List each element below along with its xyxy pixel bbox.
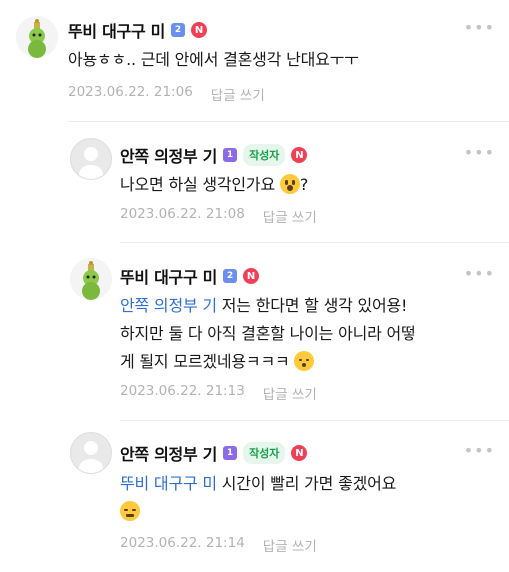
- surprised-face-emoji: [279, 174, 300, 194]
- new-badge: N: [291, 445, 308, 461]
- teletubby-avatar-icon[interactable]: [16, 16, 58, 58]
- author-name[interactable]: 안쪽 의정부 기: [120, 143, 217, 167]
- level-badge: 1: [223, 446, 238, 460]
- more-options-icon[interactable]: •••: [464, 18, 495, 37]
- mention-link[interactable]: 뚜비 대구구 미: [120, 474, 217, 493]
- confounded-face-emoji: [120, 501, 140, 521]
- reply-button[interactable]: 답글 쓰기: [263, 383, 317, 403]
- comment-date: 2023.06.22. 21:06: [68, 84, 193, 100]
- mention-link[interactable]: 안쪽 의정부 기: [120, 296, 217, 315]
- more-options-icon[interactable]: •••: [464, 264, 495, 283]
- author-name[interactable]: 안쪽 의정부 기: [120, 441, 217, 465]
- kissing-face-emoji: [294, 351, 315, 371]
- new-badge: N: [243, 268, 260, 284]
- comment-text: 안쪽 의정부 기 저는 한다면 할 생각 있어용! 하지만 둘 다 아직 결혼할…: [120, 296, 416, 371]
- level-badge: 2: [171, 23, 186, 37]
- comment-date: 2023.06.22. 21:08: [120, 206, 245, 222]
- reply-button[interactable]: 답글 쓰기: [263, 206, 317, 226]
- level-badge: 1: [223, 148, 238, 162]
- new-badge: N: [191, 22, 208, 38]
- default-profile-icon[interactable]: [70, 138, 112, 180]
- author-name[interactable]: 뚜비 대구구 미: [120, 264, 217, 288]
- more-options-icon[interactable]: •••: [464, 441, 495, 460]
- comment-date: 2023.06.22. 21:14: [120, 535, 245, 551]
- divider: [120, 242, 509, 243]
- more-options-icon[interactable]: •••: [464, 143, 495, 162]
- author-name[interactable]: 뚜비 대구구 미: [68, 18, 165, 42]
- reply-button[interactable]: 답글 쓰기: [263, 535, 317, 555]
- divider: [120, 420, 509, 421]
- comment-text: 나오면 하실 생각인가요 ?: [120, 174, 309, 194]
- default-profile-icon[interactable]: [70, 432, 112, 474]
- comment-text: 아뇽ㅎㅎ.. 근데 안에서 결혼생각 난대요ㅜㅜ: [68, 50, 359, 69]
- level-badge: 2: [223, 269, 238, 283]
- teletubby-avatar-icon[interactable]: [70, 258, 112, 300]
- reply-button[interactable]: 답글 쓰기: [211, 84, 265, 104]
- new-badge: N: [291, 147, 308, 163]
- writer-badge: 작성자: [243, 442, 286, 464]
- comment-text: 뚜비 대구구 미 시간이 빨리 가면 좋겠어요: [120, 470, 490, 526]
- writer-badge: 작성자: [243, 144, 286, 166]
- comment-date: 2023.06.22. 21:13: [120, 383, 245, 399]
- divider: [68, 121, 509, 122]
